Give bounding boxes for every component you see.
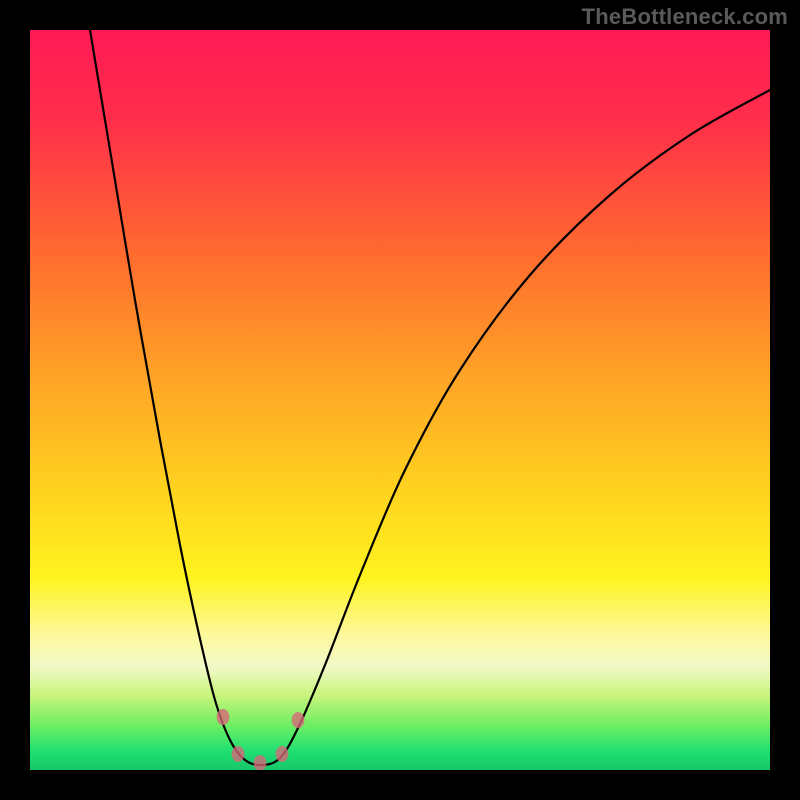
curve-layer <box>30 30 770 770</box>
plot-area <box>30 30 770 770</box>
curve-marker <box>217 709 230 725</box>
bottleneck-curve <box>90 30 770 765</box>
curve-marker <box>254 755 267 770</box>
chart-frame: TheBottleneck.com <box>0 0 800 800</box>
curve-marker <box>232 746 245 762</box>
curve-marker <box>292 712 305 728</box>
watermark-text: TheBottleneck.com <box>582 4 788 30</box>
curve-marker <box>276 746 289 762</box>
